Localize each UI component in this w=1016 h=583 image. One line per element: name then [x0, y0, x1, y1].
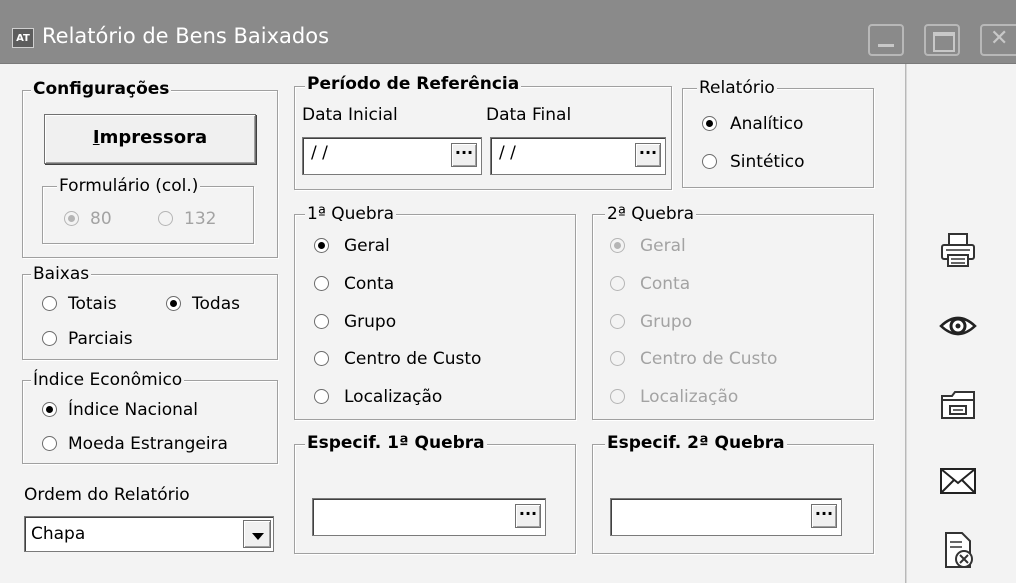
analitico-radio[interactable] [702, 116, 717, 131]
quebra2-grupo-radio[interactable] [610, 314, 625, 329]
mail-envelope-icon[interactable] [938, 460, 978, 500]
quebra2-localizacao-radio[interactable] [610, 389, 625, 404]
data-final-input[interactable]: / / ... [490, 137, 666, 175]
report-window: AT Relatório de Bens Baixados Configuraç… [0, 0, 1016, 583]
cancel-document-icon[interactable] [938, 530, 978, 570]
quebra2-conta-radio[interactable] [610, 276, 625, 291]
impressora-button[interactable]: Impressora [44, 114, 256, 164]
quebra1-legend: 1ª Quebra [305, 204, 397, 224]
app-badge-icon: AT [12, 28, 34, 48]
ordem-select[interactable]: Chapa [24, 516, 274, 552]
quebra1-localizacao-radio[interactable] [314, 389, 329, 404]
maximize-button[interactable] [924, 24, 960, 56]
title-bar[interactable]: AT Relatório de Bens Baixados [0, 0, 1016, 64]
especif2-lookup-button[interactable]: ... [811, 502, 837, 528]
periodo-legend: Período de Referência [305, 74, 522, 94]
preview-eye-icon[interactable] [938, 306, 978, 346]
quebra2-grupo-label: Grupo [640, 312, 693, 332]
configuracoes-legend: Configurações [31, 79, 172, 99]
baixas-parciais-label: Parciais [68, 329, 133, 349]
quebra1-localizacao-label: Localização [344, 387, 443, 407]
formulario-80-radio[interactable] [64, 211, 79, 226]
quebra2-centro-custo-radio[interactable] [610, 351, 625, 366]
quebra1-centro-custo-label: Centro de Custo [344, 349, 482, 369]
data-final-lookup-button[interactable]: ... [635, 141, 661, 167]
indice-nacional-radio[interactable] [42, 402, 57, 417]
quebra1-grupo-radio[interactable] [314, 314, 329, 329]
baixas-totais-label: Totais [68, 294, 117, 314]
quebra2-centro-custo-label: Centro de Custo [640, 349, 778, 369]
moeda-estrangeira-label: Moeda Estrangeira [68, 434, 228, 454]
analitico-label: Analítico [730, 114, 804, 134]
quebra2-geral-label: Geral [640, 236, 686, 256]
quebra2-localizacao-label: Localização [640, 387, 739, 407]
data-inicial-value: / / [311, 143, 328, 163]
baixas-legend: Baixas [31, 264, 92, 284]
impressora-accel: I [92, 127, 100, 148]
data-inicial-lookup-button[interactable]: ... [451, 141, 477, 167]
especif1-lookup-button[interactable]: ... [515, 502, 541, 528]
formulario-132-label: 132 [184, 209, 217, 229]
especif1-input[interactable]: ... [312, 498, 546, 536]
baixas-totais-radio[interactable] [42, 296, 57, 311]
especif2-legend: Especif. 2ª Quebra [605, 433, 787, 453]
window-title: Relatório de Bens Baixados [42, 24, 330, 48]
baixas-group: Baixas [22, 264, 278, 360]
moeda-estrangeira-radio[interactable] [42, 436, 57, 451]
quebra2-legend: 2ª Quebra [605, 204, 697, 224]
toolbar-divider [905, 64, 907, 583]
formulario-legend: Formulário (col.) [57, 176, 201, 196]
especif2-input[interactable]: ... [610, 498, 842, 536]
open-folder-icon[interactable] [938, 384, 978, 424]
formulario-80-label: 80 [90, 209, 112, 229]
sintetico-label: Sintético [730, 152, 805, 172]
data-inicial-input[interactable]: / / ... [302, 137, 482, 175]
quebra1-centro-custo-radio[interactable] [314, 351, 329, 366]
especif1-legend: Especif. 1ª Quebra [305, 433, 487, 453]
printer-icon[interactable] [938, 230, 978, 270]
quebra2-geral-radio[interactable] [610, 238, 625, 253]
data-inicial-label: Data Inicial [302, 105, 398, 125]
indice-nacional-label: Índice Nacional [68, 400, 199, 420]
relatorio-group: Relatório [682, 78, 874, 188]
quebra1-grupo-label: Grupo [344, 312, 397, 332]
minimize-button[interactable] [868, 24, 904, 56]
baixas-todas-radio[interactable] [166, 296, 181, 311]
chevron-down-icon[interactable] [243, 520, 271, 548]
sintetico-radio[interactable] [702, 154, 717, 169]
baixas-todas-label: Todas [192, 294, 240, 314]
ordem-label: Ordem do Relatório [24, 485, 190, 505]
quebra1-conta-label: Conta [344, 274, 395, 294]
quebra1-conta-radio[interactable] [314, 276, 329, 291]
data-final-label: Data Final [486, 105, 572, 125]
relatorio-legend: Relatório [697, 78, 777, 98]
data-final-value: / / [499, 143, 516, 163]
baixas-parciais-radio[interactable] [42, 331, 57, 346]
ordem-value: Chapa [31, 524, 86, 544]
quebra1-geral-radio[interactable] [314, 238, 329, 253]
impressora-label: mpressora [99, 127, 208, 148]
indice-legend: Índice Econômico [31, 370, 185, 390]
close-button[interactable] [980, 24, 1016, 56]
formulario-132-radio[interactable] [158, 211, 173, 226]
quebra2-conta-label: Conta [640, 274, 691, 294]
quebra1-geral-label: Geral [344, 236, 390, 256]
